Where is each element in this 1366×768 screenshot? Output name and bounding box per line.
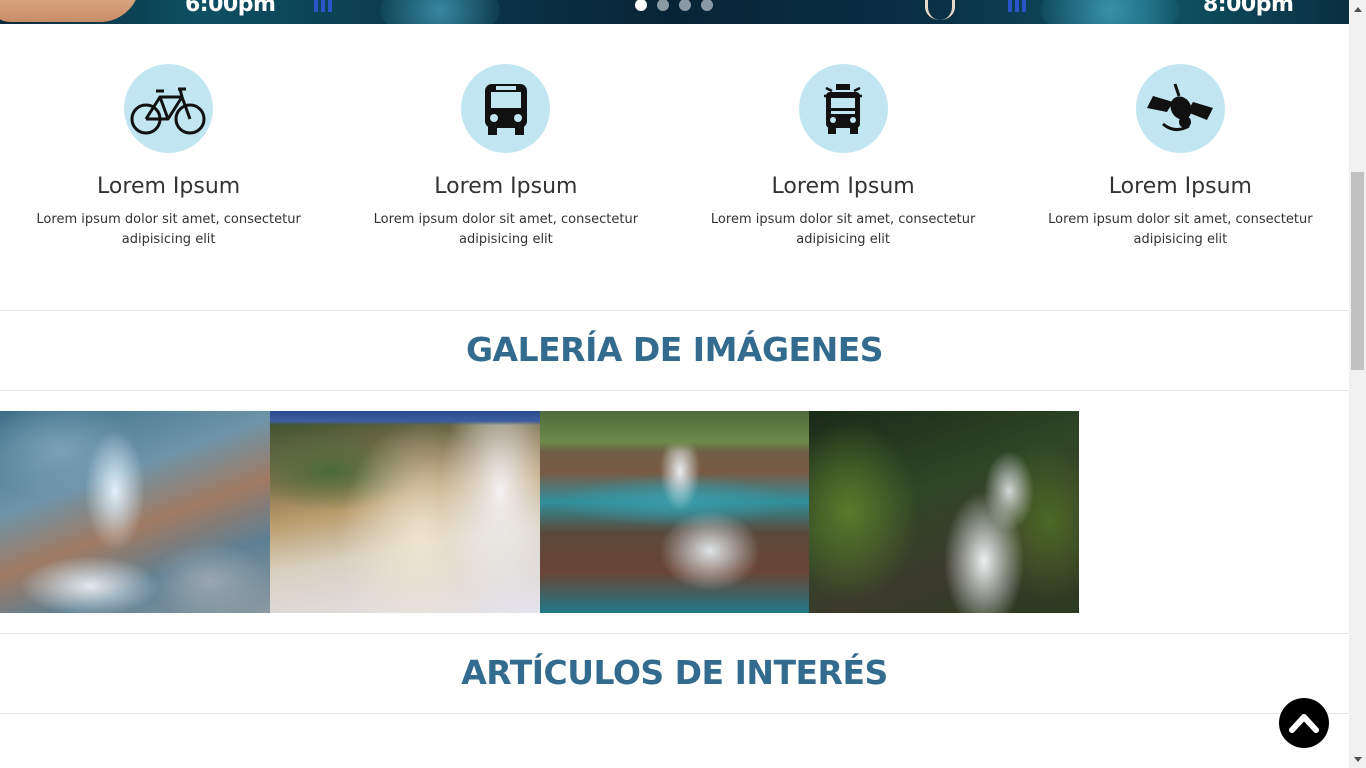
slider-dot-3[interactable] — [679, 0, 691, 11]
section-divider — [0, 713, 1349, 714]
feature-text: Lorem ipsum dolor sit amet, consectetur … — [1048, 212, 1313, 247]
feature-title: Lorem Ipsum — [1108, 174, 1252, 199]
scroll-down-arrow-icon[interactable] — [1349, 751, 1366, 768]
section-divider — [0, 390, 1349, 391]
section-divider — [0, 633, 1349, 634]
satellite-icon — [1135, 64, 1225, 153]
vertical-scrollbar[interactable] — [1349, 0, 1366, 768]
bus-icon — [461, 64, 551, 153]
hero-hand-graphic — [0, 0, 140, 22]
chevron-up-icon — [1289, 714, 1319, 733]
gallery-image-2[interactable] — [269, 411, 540, 613]
feature-item: Lorem Ipsum Lorem ipsum dolor sit amet, … — [337, 64, 674, 250]
gallery-title: GALERÍA DE IMÁGENES — [465, 330, 884, 369]
hero-glow — [1040, 0, 1180, 24]
feature-item: Lorem Ipsum Lorem ipsum dolor sit amet, … — [0, 64, 337, 250]
fire-truck-icon — [798, 64, 888, 153]
hero-glow — [380, 0, 500, 24]
page: 6:00pm 8:00pm Lorem Ipsum Lorem ipsum do… — [0, 0, 1349, 768]
feature-text: Lorem ipsum dolor sit amet, consectetur … — [710, 212, 976, 247]
scroll-up-arrow-icon[interactable] — [1349, 0, 1366, 17]
hero-bars-left — [314, 0, 334, 12]
feature-text: Lorem ipsum dolor sit amet, consectetur … — [36, 212, 301, 247]
articles-title: ARTÍCULOS DE INTERÉS — [461, 653, 888, 692]
bicycle-icon — [124, 64, 214, 153]
slider-dot-1[interactable] — [635, 0, 647, 11]
gallery-image-1[interactable] — [0, 411, 270, 613]
feature-title: Lorem Ipsum — [771, 174, 915, 199]
slider-dots — [635, 0, 713, 11]
hero-bars-right — [1008, 0, 1028, 12]
hero-flame-graphic — [925, 0, 955, 20]
scrollbar-thumb[interactable] — [1351, 172, 1364, 370]
gallery-image-3[interactable] — [539, 411, 810, 613]
hero-time-left: 6:00pm — [185, 0, 276, 17]
section-divider — [0, 310, 1349, 311]
features-row: Lorem Ipsum Lorem ipsum dolor sit amet, … — [0, 64, 1349, 250]
feature-text: Lorem ipsum dolor sit amet, consectetur … — [373, 212, 639, 247]
slider-dot-2[interactable] — [657, 0, 669, 11]
feature-title: Lorem Ipsum — [97, 174, 241, 199]
hero-slider[interactable]: 6:00pm 8:00pm — [0, 0, 1349, 24]
image-gallery — [0, 411, 1079, 613]
gallery-image-4[interactable] — [809, 411, 1079, 613]
hero-time-right: 8:00pm — [1203, 0, 1294, 17]
feature-title: Lorem Ipsum — [434, 174, 578, 199]
back-to-top-button[interactable] — [1279, 698, 1329, 748]
slider-dot-4[interactable] — [701, 0, 713, 11]
feature-item: Lorem Ipsum Lorem ipsum dolor sit amet, … — [675, 64, 1012, 250]
feature-item: Lorem Ipsum Lorem ipsum dolor sit amet, … — [1012, 64, 1349, 250]
